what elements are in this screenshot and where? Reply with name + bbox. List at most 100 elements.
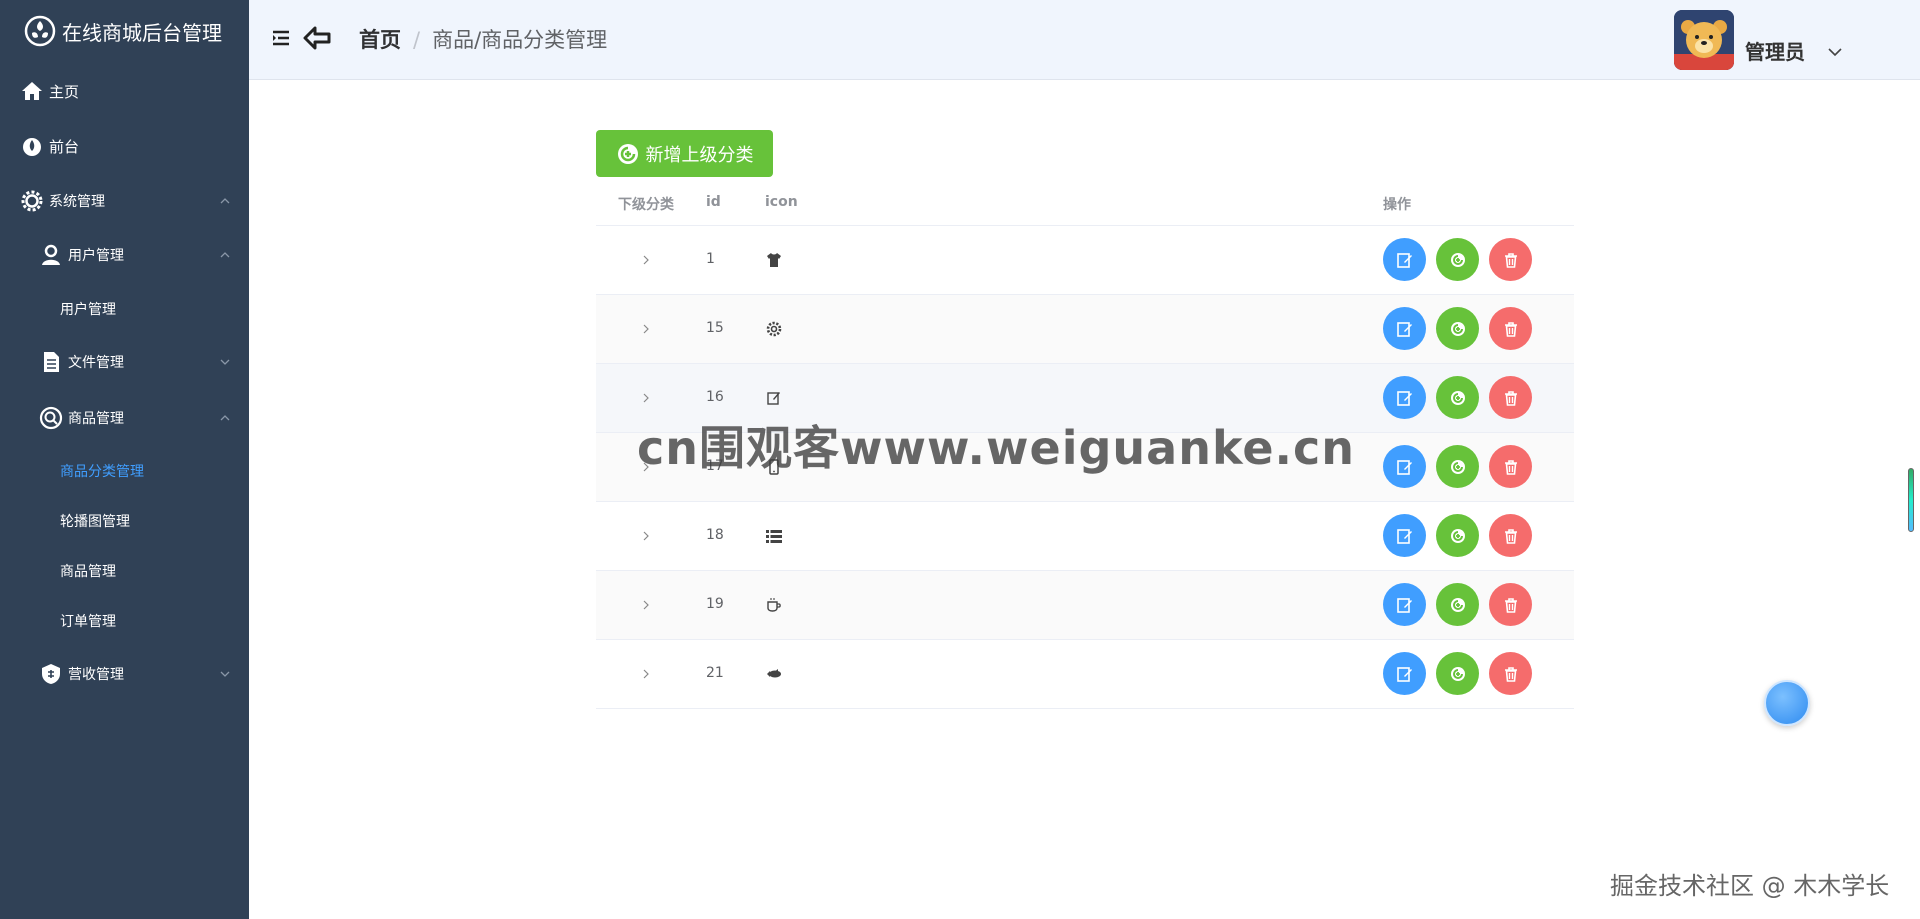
trash-icon <box>1504 459 1517 475</box>
scroll-indicator[interactable] <box>1908 468 1914 532</box>
search-icon <box>38 405 64 431</box>
add-child-button[interactable] <box>1436 307 1479 350</box>
sidebar-item-carousel[interactable]: 轮播图管理 <box>60 511 130 531</box>
edit-icon <box>1396 390 1412 406</box>
tshirt-icon <box>767 253 781 267</box>
drop-icon <box>19 133 45 159</box>
edit-icon <box>1396 666 1412 682</box>
edit-button[interactable] <box>1383 376 1426 419</box>
sidebar-item-goods-mgmt[interactable]: 商品管理 <box>38 405 231 431</box>
add-circle-icon <box>617 143 638 164</box>
edit-icon <box>1396 321 1412 337</box>
edit-button[interactable] <box>1383 514 1426 557</box>
add-child-button[interactable] <box>1436 376 1479 419</box>
add-circle-icon <box>1450 597 1465 612</box>
add-circle-icon <box>1450 666 1465 681</box>
column-header-icon: icon <box>765 194 798 210</box>
trash-icon <box>1504 321 1517 337</box>
fish-icon <box>767 669 781 678</box>
breadcrumb-separator: / <box>413 28 421 52</box>
delete-button[interactable] <box>1489 514 1532 557</box>
table-header: 下级分类 id icon 操作 <box>596 180 1574 226</box>
add-parent-category-button[interactable]: 新增上级分类 <box>596 130 773 177</box>
sidebar-item-file-mgmt[interactable]: 文件管理 <box>38 349 231 375</box>
chevron-right-icon[interactable] <box>640 254 652 266</box>
app-logo[interactable]: 在线商城后台管理 <box>0 0 249 62</box>
cell-id: 19 <box>706 596 724 612</box>
file-icon <box>38 349 64 375</box>
delete-button[interactable] <box>1489 376 1532 419</box>
sidebar-item-system[interactable]: 系统管理 <box>19 188 231 214</box>
edit-button[interactable] <box>1383 307 1426 350</box>
sidebar-item-label: 前台 <box>49 137 80 156</box>
chevron-up-icon <box>220 415 230 421</box>
cell-id: 15 <box>706 320 724 336</box>
app-title: 在线商城后台管理 <box>62 20 222 45</box>
column-header-expand: 下级分类 <box>618 197 674 213</box>
row-actions <box>1383 514 1532 557</box>
cell-id: 1 <box>706 251 715 267</box>
chevron-right-icon[interactable] <box>640 323 652 335</box>
user-icon <box>38 242 64 268</box>
user-name[interactable]: 管理员 <box>1745 36 1805 65</box>
add-circle-icon <box>1450 390 1465 405</box>
edit-icon <box>767 392 780 405</box>
sidebar-item-users[interactable]: 用户管理 <box>60 299 116 319</box>
back-arrow-icon[interactable] <box>303 24 331 52</box>
chevron-down-icon <box>220 359 230 365</box>
sidebar-item-user-mgmt[interactable]: 用户管理 <box>38 242 231 268</box>
delete-button[interactable] <box>1489 445 1532 488</box>
column-header-ops: 操作 <box>1383 197 1411 213</box>
sidebar-item-category[interactable]: 商品分类管理 <box>60 461 144 481</box>
row-actions <box>1383 652 1532 695</box>
row-actions <box>1383 238 1532 281</box>
delete-button[interactable] <box>1489 238 1532 281</box>
delete-button[interactable] <box>1489 583 1532 626</box>
row-actions <box>1383 583 1532 626</box>
chevron-down-icon[interactable] <box>1827 44 1843 60</box>
add-child-button[interactable] <box>1436 445 1479 488</box>
row-actions <box>1383 376 1532 419</box>
watermark: cn围观客www.weiguanke.cn <box>637 421 1356 475</box>
list-icon <box>766 530 782 543</box>
breadcrumb: 首页 / 商品/商品分类管理 <box>359 24 607 54</box>
sidebar-item-orders[interactable]: 订单管理 <box>60 611 116 631</box>
edit-button[interactable] <box>1383 445 1426 488</box>
edit-icon <box>1396 597 1412 613</box>
breadcrumb-current: 商品/商品分类管理 <box>432 28 608 52</box>
delete-button[interactable] <box>1489 307 1532 350</box>
chevron-down-icon <box>220 671 230 677</box>
chevron-right-icon[interactable] <box>640 392 652 404</box>
sidebar-item-frontend[interactable]: 前台 <box>19 133 79 159</box>
add-child-button[interactable] <box>1436 238 1479 281</box>
edit-icon <box>1396 252 1412 268</box>
sidebar-item-label: 商品管理 <box>68 411 124 427</box>
add-button-label: 新增上级分类 <box>645 144 754 166</box>
menu-fold-icon[interactable] <box>271 28 291 48</box>
chevron-right-icon[interactable] <box>640 530 652 542</box>
floating-assist-button[interactable] <box>1764 680 1810 726</box>
add-circle-icon <box>1450 459 1465 474</box>
gear-icon <box>766 321 782 337</box>
sidebar-item-goods[interactable]: 商品管理 <box>60 561 116 581</box>
trash-icon <box>1504 528 1517 544</box>
sidebar-item-revenue[interactable]: 营收管理 <box>38 661 231 687</box>
sidebar-item-home[interactable]: 主页 <box>19 78 79 104</box>
edit-button[interactable] <box>1383 583 1426 626</box>
sidebar-item-label: 主页 <box>49 82 80 101</box>
chevron-right-icon[interactable] <box>640 599 652 611</box>
add-child-button[interactable] <box>1436 514 1479 557</box>
add-child-button[interactable] <box>1436 652 1479 695</box>
chevron-right-icon[interactable] <box>640 668 652 680</box>
add-child-button[interactable] <box>1436 583 1479 626</box>
edit-button[interactable] <box>1383 652 1426 695</box>
chevron-up-icon <box>220 198 230 204</box>
cell-id: 16 <box>706 389 724 405</box>
edit-button[interactable] <box>1383 238 1426 281</box>
cell-id: 18 <box>706 527 724 543</box>
sidebar-item-label: 系统管理 <box>49 194 105 210</box>
avatar[interactable] <box>1674 10 1734 70</box>
delete-button[interactable] <box>1489 652 1532 695</box>
sidebar-item-label: 营收管理 <box>68 667 124 683</box>
breadcrumb-home[interactable]: 首页 <box>359 28 401 52</box>
